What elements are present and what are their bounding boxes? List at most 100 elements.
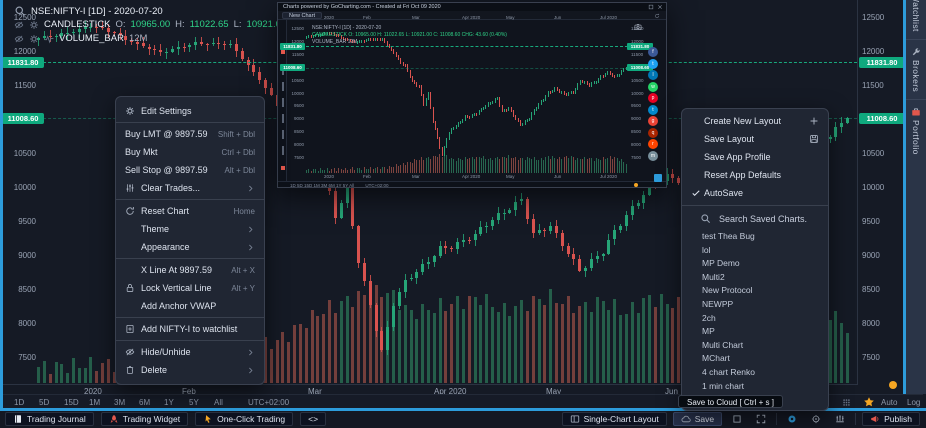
menu-item-buy-lmt-9897-59[interactable]: Buy LMT @ 9897.59Shift + Dbl [116, 125, 264, 143]
popup-scroll-to-end-button[interactable] [654, 174, 662, 182]
abacus-button-button[interactable] [831, 412, 849, 426]
timeframe-3m[interactable]: 3M [114, 398, 125, 407]
share-gmail-icon[interactable]: g [648, 116, 658, 126]
timeframe-1y[interactable]: 1Y [164, 398, 174, 407]
menu-item-reset-chart[interactable]: Reset ChartHome [116, 202, 264, 220]
open-label: O: [116, 19, 126, 30]
menu-item-theme[interactable]: Theme [116, 220, 264, 238]
saved-chart-new-protocol[interactable]: New Protocol [682, 284, 828, 298]
save-button[interactable]: Save [673, 412, 722, 426]
menu-item-sell-stop-9897-59[interactable]: Sell Stop @ 9897.59Alt + Dbl [116, 161, 264, 179]
menu-item-x-line-at-9897-59[interactable]: X Line At 9897.59Alt + X [116, 261, 264, 279]
timeframe-5d[interactable]: 5D [39, 398, 49, 407]
circlecam-button-button[interactable] [783, 412, 801, 426]
share-twitter-icon[interactable]: t [648, 59, 658, 69]
timezone-label[interactable]: UTC+02:00 [248, 398, 289, 407]
camera-icon[interactable] [634, 23, 642, 31]
menu-item-create-new-layout[interactable]: Create New Layout [682, 112, 828, 130]
timeframe-5y[interactable]: 5Y [189, 398, 199, 407]
saved-charts-search[interactable]: Search Saved Charts. [682, 206, 828, 230]
menu-item-save-layout[interactable]: Save Layout [682, 130, 828, 148]
share-linkedin-icon[interactable]: l [648, 70, 658, 80]
saved-chart-mp-demo[interactable]: MP Demo [682, 257, 828, 271]
popup-maximize-icon[interactable] [648, 4, 654, 10]
menu-item-edit-settings[interactable]: Edit Settings [116, 102, 264, 120]
menu-item-reset-app-defaults[interactable]: Reset App Defaults [682, 166, 828, 184]
single-chart-layout-button[interactable]: Single-Chart Layout [562, 412, 667, 426]
sidebar-tab-portfolio[interactable]: Portfolio [906, 100, 926, 162]
right-axis-line [857, 0, 858, 385]
refresh-icon[interactable] [654, 13, 660, 19]
chart-legend-title-row: NSE:NIFTY-I [1D] - 2020-07-20 [14, 5, 163, 17]
-button[interactable]: <> [300, 412, 326, 426]
popup-timezone[interactable]: UTC+02:00 [365, 183, 388, 188]
menu-item-delete[interactable]: Delete [116, 361, 264, 379]
share-facebook-icon[interactable]: f [648, 47, 658, 57]
menu-item-add-nifty-i-to-watchlist[interactable]: Add NIFTY-I to watchlist [116, 320, 264, 338]
share-quora-icon[interactable]: q [648, 128, 658, 138]
trading-widget-button[interactable]: Trading Widget [101, 412, 188, 426]
timeframe-all[interactable]: All [214, 398, 223, 407]
timeframe-1d[interactable]: 1D [14, 398, 24, 407]
series-settings-icon[interactable] [29, 20, 39, 30]
popup-timeframes[interactable]: 1D 5D 15D 1M 3M 6M 1Y 5Y All [290, 183, 354, 188]
auto-scale-toggle[interactable]: Auto [881, 398, 897, 407]
saved-chart-newpp[interactable]: NEWPP [682, 298, 828, 312]
saved-chart-lol[interactable]: lol [682, 244, 828, 258]
price-tick: 10000 [4, 183, 36, 192]
one-click-trading-button[interactable]: One-Click Trading [195, 412, 293, 426]
menu-item-save-app-profile[interactable]: Save App Profile [682, 148, 828, 166]
saved-chart-mchart[interactable]: MChart [682, 352, 828, 366]
saved-chart-test-thea-bug[interactable]: test Thea Bug [682, 230, 828, 244]
volume-settings-icon[interactable] [29, 34, 39, 44]
share-more-icon[interactable]: m [648, 151, 658, 161]
price-tick: 9500 [862, 217, 880, 226]
menu-item-appearance[interactable]: Appearance [116, 238, 264, 256]
journal-icon [13, 414, 23, 424]
popup-close-icon[interactable] [657, 4, 663, 10]
menu-item-buy-mkt[interactable]: Buy MktCtrl + Dbl [116, 143, 264, 161]
hide-series-icon[interactable] [14, 20, 24, 30]
trading-journal-button[interactable]: Trading Journal [5, 412, 94, 426]
share-pinterest-icon[interactable]: p [648, 93, 658, 103]
log-scale-toggle[interactable]: Log [907, 398, 920, 407]
saved-chart-1-min-chart[interactable]: 1 min chart [682, 380, 828, 394]
target-button-button[interactable] [807, 412, 825, 426]
menu-item-add-anchor-vwap[interactable]: Add Anchor VWAP [116, 297, 264, 315]
timeframe-15d[interactable]: 15D [64, 398, 79, 407]
menu-item-autosave[interactable]: AutoSave [682, 184, 828, 202]
price-tick: 12500 [862, 13, 884, 22]
favorite-star-icon[interactable] [863, 396, 875, 408]
popup-legend-title: NSE:NIFTY-I [1D] - 2020-07-20 [312, 25, 381, 31]
saved-chart-2ch[interactable]: 2ch [682, 312, 828, 326]
eyeoff-icon [125, 347, 141, 357]
timeframe-1m[interactable]: 1M [89, 398, 100, 407]
sidebar-tab-watchlist[interactable]: Watchlist [906, 0, 926, 39]
publish-button[interactable]: Publish [862, 412, 920, 426]
expand-button-button[interactable] [752, 412, 770, 426]
abacus-icon [835, 414, 845, 424]
share-reddit-icon[interactable]: r [648, 139, 658, 149]
series-name: CANDLESTICK [44, 19, 111, 30]
menu-item-lock-vertical-line[interactable]: Lock Vertical LineAlt + Y [116, 279, 264, 297]
popup-legend-volume: VOLUME_BAR 12M [312, 39, 357, 45]
share-telegram-icon[interactable]: t [648, 105, 658, 115]
square-button-button[interactable] [728, 412, 746, 426]
menu-item-clear-trades[interactable]: Clear Trades... [116, 179, 264, 197]
saved-chart-multi-chart[interactable]: Multi Chart [682, 339, 828, 353]
magnifier-icon[interactable] [14, 5, 26, 17]
menu-item-hide-unhide[interactable]: Hide/Unhide [116, 343, 264, 361]
price-tick: 9000 [4, 251, 36, 260]
timeframe-6m[interactable]: 6M [139, 398, 150, 407]
charting-app-window: 1250012000115001050010000950090008500800… [0, 0, 926, 428]
saved-chart-mp[interactable]: MP [682, 325, 828, 339]
share-whatsapp-icon[interactable]: w [648, 82, 658, 92]
chevron-right-icon [246, 184, 255, 193]
grid-view-icon[interactable] [841, 397, 852, 408]
hide-volume-icon[interactable] [14, 34, 24, 44]
saved-chart-multi2[interactable]: Multi2 [682, 271, 828, 285]
save-tooltip: Save to Cloud [ Ctrl + s ] [678, 395, 783, 408]
sidebar-tab-brokers[interactable]: Brokers [906, 40, 926, 99]
saved-chart-4-chart-renko[interactable]: 4 chart Renko [682, 366, 828, 380]
popup-tab-new-chart[interactable]: New Chart [282, 12, 322, 19]
